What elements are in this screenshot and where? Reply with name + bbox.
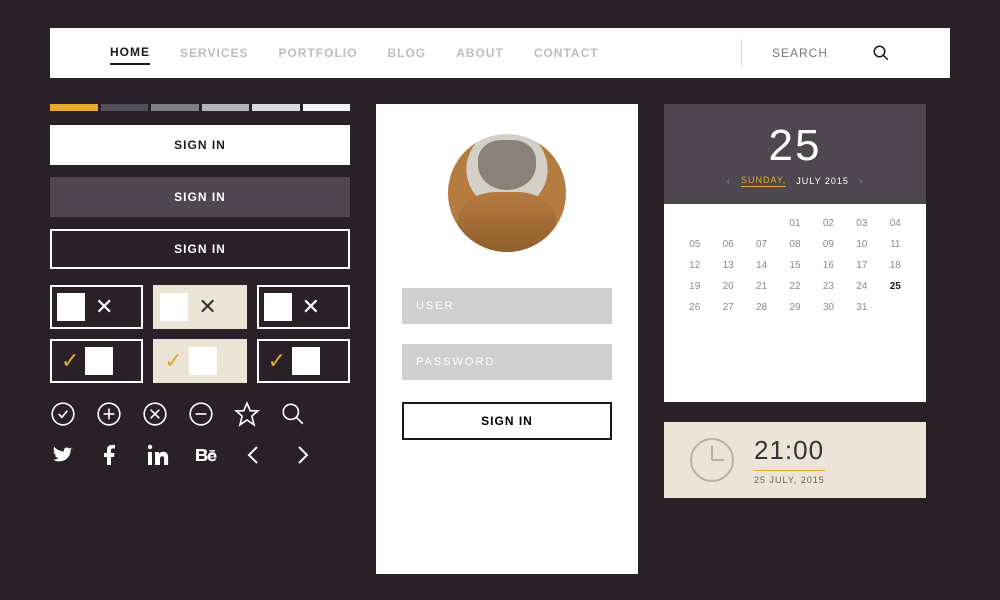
calendar-day-cell[interactable]: 12 [680, 260, 709, 271]
minus-circle-icon[interactable] [188, 401, 214, 427]
nav-item-services[interactable]: SERVICES [180, 42, 248, 64]
checkbox-variant-2[interactable]: ✕ [153, 285, 246, 329]
linkedin-icon[interactable] [146, 443, 170, 467]
behance-icon[interactable] [194, 443, 218, 467]
calendar-day-cell[interactable]: 16 [814, 260, 843, 271]
login-submit-button[interactable]: SIGN IN [402, 402, 612, 440]
top-navbar: HOME SERVICES PORTFOLIO BLOG ABOUT CONTA… [50, 28, 950, 78]
calendar-day-cell[interactable]: 23 [814, 281, 843, 292]
login-card: SIGN IN [376, 104, 638, 574]
calendar-day-cell[interactable]: 04 [881, 218, 910, 229]
calendar-day-cell[interactable]: 30 [814, 302, 843, 313]
calendar-day-cell[interactable]: 08 [780, 239, 809, 250]
social-icon-row [50, 443, 350, 467]
clock-date: 25 JULY, 2015 [754, 470, 825, 485]
nav-item-about[interactable]: ABOUT [456, 42, 504, 64]
signin-button-outline[interactable]: SIGN IN [50, 229, 350, 269]
search-icon[interactable] [872, 44, 890, 62]
password-field[interactable] [402, 344, 612, 380]
avatar [448, 134, 566, 252]
calendar-prev-icon[interactable]: ‹ [727, 176, 731, 187]
calendar-month-year: JULY 2015 [796, 176, 849, 186]
calendar-day-cell[interactable]: 11 [881, 239, 910, 250]
calendar-day-cell[interactable]: 15 [780, 260, 809, 271]
search-input[interactable] [772, 46, 842, 60]
twitter-icon[interactable] [50, 443, 74, 467]
checkbox-grid: ✕ ✕ ✕ ✓ ✓ ✓ [50, 285, 350, 383]
signin-button-grey[interactable]: SIGN IN [50, 177, 350, 217]
nav-item-home[interactable]: HOME [110, 41, 150, 65]
calendar-day-cell[interactable]: 06 [713, 239, 742, 250]
calendar-header: 25 ‹ SUNDAY, JULY 2015 › [664, 104, 926, 204]
checkbox-variant-6[interactable]: ✓ [257, 339, 350, 383]
signin-button-light[interactable]: SIGN IN [50, 125, 350, 165]
calendar-grid: 01 02 03 04 05 06 07 08 09 10 11 12 13 14 15 16 17 18 19 20… [664, 204, 926, 327]
calendar-day-cell[interactable]: 25 [881, 281, 910, 292]
calendar-day-number: 25 [769, 121, 822, 171]
calendar-weekday: SUNDAY, [741, 175, 786, 187]
calendar-day-cell[interactable]: 21 [747, 281, 776, 292]
icon-row [50, 401, 350, 427]
calendar-day-cell[interactable]: 18 [881, 260, 910, 271]
nav-item-blog[interactable]: BLOG [387, 42, 426, 64]
calendar-next-icon[interactable]: › [859, 176, 863, 187]
calendar-day-cell[interactable]: 13 [713, 260, 742, 271]
checkbox-variant-1[interactable]: ✕ [50, 285, 143, 329]
calendar-day-cell[interactable]: 20 [713, 281, 742, 292]
calendar-day-cell[interactable]: 24 [847, 281, 876, 292]
calendar-day-cell[interactable]: 10 [847, 239, 876, 250]
checkbox-variant-5[interactable]: ✓ [153, 339, 246, 383]
user-field[interactable] [402, 288, 612, 324]
clock-widget: 21:00 25 JULY, 2015 [664, 422, 926, 498]
calendar-day-cell[interactable]: 14 [747, 260, 776, 271]
x-circle-icon[interactable] [142, 401, 168, 427]
calendar-day-cell[interactable]: 17 [847, 260, 876, 271]
chevron-right-icon[interactable] [290, 443, 314, 467]
calendar-day-cell[interactable]: 05 [680, 239, 709, 250]
progress-segments [50, 104, 350, 111]
facebook-icon[interactable] [98, 443, 122, 467]
check-circle-icon[interactable] [50, 401, 76, 427]
star-icon[interactable] [234, 401, 260, 427]
plus-circle-icon[interactable] [96, 401, 122, 427]
nav-divider [741, 39, 742, 67]
calendar-day-cell[interactable]: 27 [713, 302, 742, 313]
checkbox-variant-4[interactable]: ✓ [50, 339, 143, 383]
calendar-day-cell[interactable]: 31 [847, 302, 876, 313]
calendar-day-cell[interactable]: 02 [814, 218, 843, 229]
calendar-day-cell[interactable]: 19 [680, 281, 709, 292]
calendar-day-cell[interactable]: 28 [747, 302, 776, 313]
calendar-day-cell[interactable]: 09 [814, 239, 843, 250]
clock-time: 21:00 [754, 435, 825, 466]
checkbox-variant-3[interactable]: ✕ [257, 285, 350, 329]
search-outline-icon[interactable] [280, 401, 306, 427]
chevron-left-icon[interactable] [242, 443, 266, 467]
calendar-day-cell[interactable]: 01 [780, 218, 809, 229]
calendar-widget: 25 ‹ SUNDAY, JULY 2015 › 010203040506070… [664, 104, 926, 402]
calendar-day-cell[interactable]: 07 [747, 239, 776, 250]
nav-item-contact[interactable]: CONTACT [534, 42, 599, 64]
clock-icon [690, 438, 734, 482]
calendar-day-cell[interactable]: 03 [847, 218, 876, 229]
nav-item-portfolio[interactable]: PORTFOLIO [278, 42, 357, 64]
calendar-day-cell[interactable]: 26 [680, 302, 709, 313]
calendar-day-cell[interactable]: 22 [780, 281, 809, 292]
calendar-day-cell[interactable]: 29 [780, 302, 809, 313]
